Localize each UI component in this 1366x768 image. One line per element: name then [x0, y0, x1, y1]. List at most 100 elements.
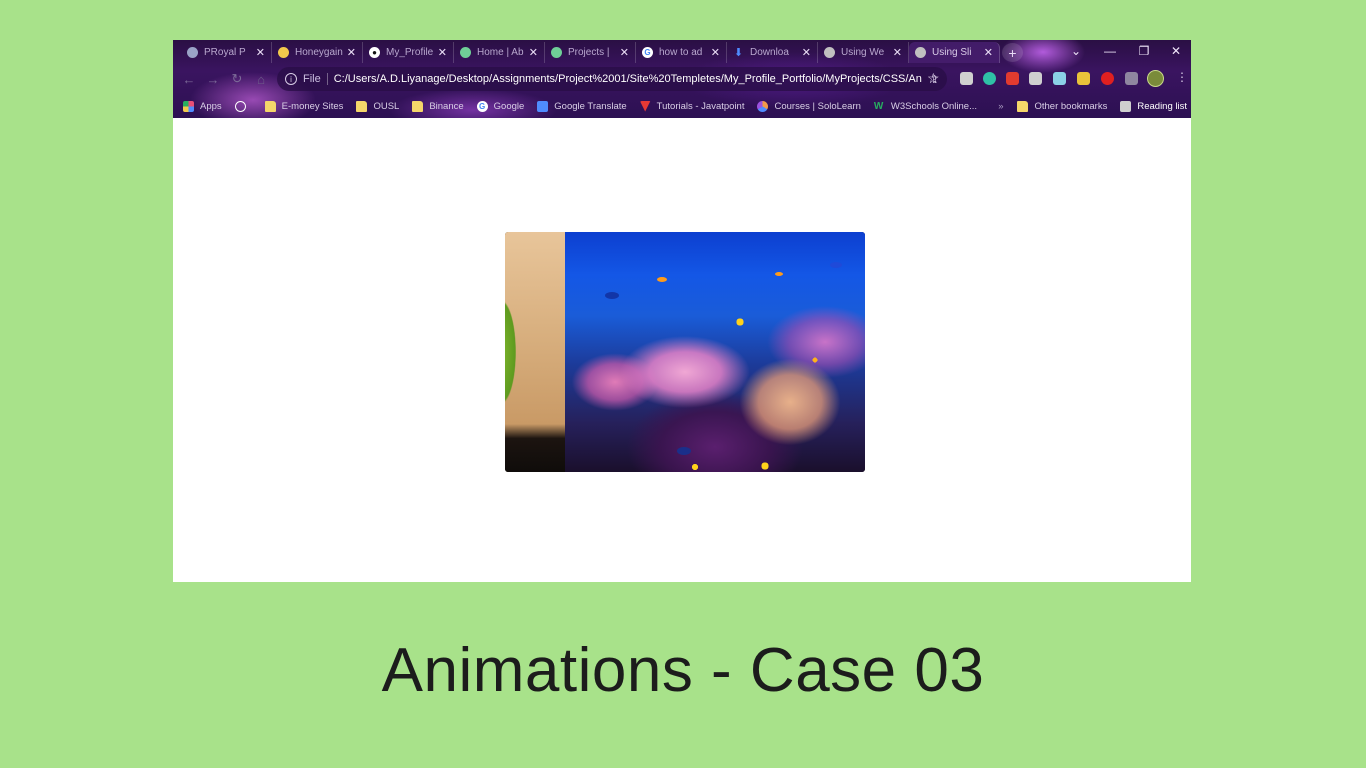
close-tab-icon[interactable]: ✕ — [438, 46, 447, 59]
bookmark-sololearn[interactable]: Courses | SoloLearn — [757, 100, 861, 112]
reading-list-label: Reading list — [1137, 100, 1187, 112]
extension-icon[interactable] — [1006, 72, 1019, 85]
honeygain-icon — [278, 47, 289, 58]
translate-icon — [537, 100, 549, 112]
globe-icon — [460, 47, 471, 58]
fish-shape — [775, 272, 783, 276]
w3schools-icon: W — [873, 100, 884, 112]
sololearn-icon — [757, 100, 769, 112]
bookmark-binance[interactable]: Binance — [412, 100, 464, 112]
bookmark-google-translate[interactable]: Google Translate — [537, 100, 627, 112]
tab-using-web[interactable]: Using We ✕ — [818, 42, 909, 63]
restore-button[interactable]: ❐ — [1127, 40, 1161, 62]
folder-icon — [412, 100, 424, 112]
tab-title: Projects | — [568, 47, 610, 58]
bookmark-google[interactable]: G Google — [476, 100, 525, 112]
bookmark-w3schools[interactable]: W W3Schools Online... — [874, 101, 977, 112]
fish-shape — [605, 292, 619, 299]
fish-shape — [830, 262, 842, 268]
apps-grid-icon — [183, 100, 194, 112]
fish-shape — [677, 447, 691, 455]
bookmark-ousl[interactable]: OUSL — [356, 100, 400, 112]
bookmark-star-icon[interactable]: ☆ — [927, 70, 940, 87]
close-tab-icon[interactable]: ✕ — [802, 46, 811, 59]
tab-using-slider-active[interactable]: Using Sli ✕ — [909, 42, 1000, 63]
bookmark-label: E-money Sites — [281, 100, 344, 112]
download-icon: ⬇ — [733, 47, 744, 59]
tab-title: Using Sli — [932, 47, 972, 58]
tab-downloads[interactable]: ⬇ Downloa ✕ — [727, 42, 818, 63]
bookmark-label: Tutorials - Javatpoint — [656, 100, 745, 112]
javatpoint-icon — [639, 100, 651, 112]
menu-icon[interactable]: ⋮ — [1176, 70, 1188, 84]
tab-title: Downloa — [750, 47, 789, 58]
bookmarks-overflow-button[interactable]: » — [998, 101, 1003, 112]
bookmarks-bar: Apps E-money Sites OUSL Binance G Google — [173, 94, 1191, 118]
bookmark-label: Courses | SoloLearn — [774, 100, 861, 112]
tab-honeygain[interactable]: Honeygain ✕ — [272, 42, 363, 63]
info-icon[interactable]: i — [285, 73, 297, 85]
github-icon: ● — [369, 47, 380, 58]
bookmarks-right: » Other bookmarks Reading list — [998, 94, 1187, 118]
close-tab-icon[interactable]: ✕ — [347, 46, 356, 59]
google-icon: G — [642, 47, 653, 58]
close-tab-icon[interactable]: ✕ — [529, 46, 538, 59]
forward-button[interactable]: → — [203, 69, 223, 89]
tab-title: how to ad — [659, 47, 703, 58]
tab-projects[interactable]: Projects | ✕ — [545, 42, 636, 63]
tab-title: Home | Ab — [477, 47, 524, 58]
fish-shape — [657, 277, 667, 282]
tab-title: PRoyal P — [204, 47, 246, 58]
extension-icon[interactable] — [1053, 72, 1066, 85]
tab-home[interactable]: Home | Ab ✕ — [454, 42, 545, 63]
tab-github-profile[interactable]: ● My_Profile ✕ — [363, 42, 454, 63]
close-tab-icon[interactable]: ✕ — [620, 46, 629, 59]
address-bar[interactable]: i File C:/Users/A.D.Liyanage/Desktop/Ass… — [277, 67, 947, 91]
tab-google-search[interactable]: G how to ad ✕ — [636, 42, 727, 63]
tab-title: My_Profile — [386, 47, 434, 58]
avatar[interactable] — [1147, 70, 1164, 87]
extension-icon[interactable] — [960, 72, 973, 85]
tab-strip: PRoyal P ✕ Honeygain ✕ ● My_Profile ✕ Ho… — [173, 40, 1191, 64]
camera-icon[interactable] — [1029, 72, 1042, 85]
new-tab-button[interactable]: + — [1002, 43, 1023, 62]
tab-title: Honeygain — [295, 47, 343, 58]
close-window-button[interactable]: ✕ — [1161, 40, 1191, 62]
reload-button[interactable]: ↻ — [227, 69, 247, 89]
reading-list-button[interactable]: Reading list — [1120, 100, 1187, 112]
bookmark-label: W3Schools Online... — [890, 100, 977, 112]
close-tab-icon[interactable]: ✕ — [256, 46, 265, 59]
bookmark-emoney-sites[interactable]: E-money Sites — [264, 100, 344, 112]
minimize-button[interactable]: — — [1093, 40, 1127, 62]
back-button[interactable]: ← — [179, 69, 199, 89]
bookmark-apps[interactable]: Apps — [183, 100, 222, 112]
browser-chrome: PRoyal P ✕ Honeygain ✕ ● My_Profile ✕ Ho… — [173, 40, 1191, 118]
folder-icon — [264, 100, 276, 112]
bookmark-label: Google Translate — [554, 100, 627, 112]
close-tab-icon[interactable]: ✕ — [984, 46, 993, 59]
reading-list-icon — [1120, 100, 1132, 112]
globe-icon — [551, 47, 562, 58]
extension-icon[interactable] — [1077, 72, 1090, 85]
url-text[interactable]: C:/Users/A.D.Liyanage/Desktop/Assignment… — [334, 73, 922, 85]
bookmark-label: Binance — [429, 100, 464, 112]
close-tab-icon[interactable]: ✕ — [711, 46, 720, 59]
close-tab-icon[interactable]: ✕ — [893, 46, 902, 59]
slide-caption: Animations - Case 03 — [381, 636, 985, 705]
home-icon[interactable]: ⌂ — [251, 69, 271, 89]
extension-icon[interactable] — [1101, 72, 1114, 85]
globe-icon — [824, 47, 835, 58]
bookmark-label: OUSL — [373, 100, 400, 112]
bookmark-speed[interactable] — [234, 100, 252, 112]
tab-royal[interactable]: PRoyal P ✕ — [181, 42, 272, 63]
parrot-image — [505, 232, 565, 472]
puzzle-icon[interactable] — [1125, 72, 1138, 85]
extension-icon[interactable] — [983, 72, 996, 85]
bookmark-other[interactable]: Other bookmarks — [1017, 100, 1107, 112]
bookmark-label: Google — [493, 100, 525, 112]
address-toolbar: ← → ↻ ⌂ i File C:/Users/A.D.Liyanage/Des… — [173, 66, 1191, 92]
speedometer-icon — [234, 100, 246, 112]
search-tabs-button[interactable]: ⌄ — [1059, 40, 1093, 62]
folder-icon — [356, 100, 368, 112]
bookmark-javatpoint[interactable]: Tutorials - Javatpoint — [639, 100, 745, 112]
